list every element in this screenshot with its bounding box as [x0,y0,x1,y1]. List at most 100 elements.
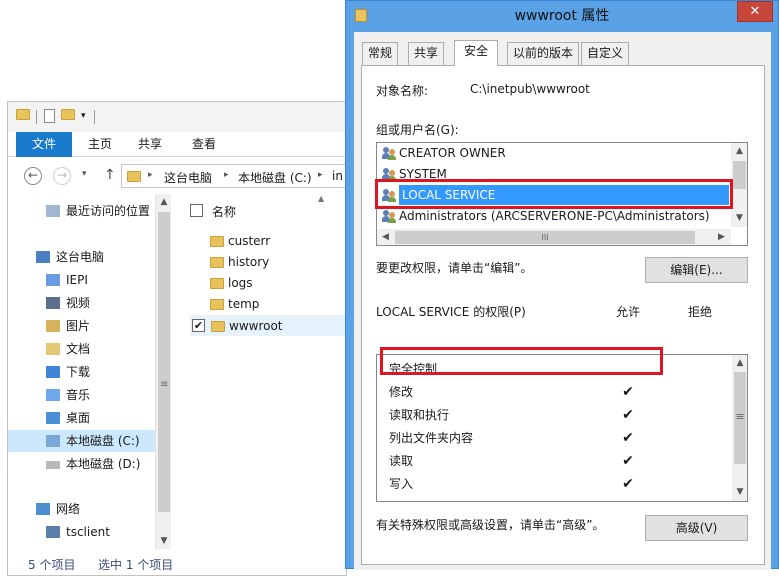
file-row-history[interactable]: history [190,252,348,273]
nav-item-network[interactable]: 网络 [8,498,156,520]
nav-item-pictures[interactable]: 图片 [8,315,156,337]
network-icon [36,503,50,515]
forward-icon[interactable]: → [53,167,71,185]
group-name: CREATOR OWNER [399,146,506,160]
properties-dialog: wwwroot 属性 ✕ 常规 共享 安全 以前的版本 自定义 对象名称: C:… [345,0,779,570]
file-row-wwwroot[interactable]: ✔ wwwroot [190,315,348,336]
perm-name: 修改 [389,385,414,399]
permissions-scrollbar[interactable]: ▲ ≡ ▼ [732,355,747,501]
perm-row-read-execute: 读取和执行 ✔ [377,404,732,427]
tab-sharing[interactable]: 共享 [408,42,445,65]
allow-check-icon: ✔ [622,476,634,492]
breadcrumb-separator[interactable]: ▸ [318,170,323,180]
scroll-up-icon[interactable]: ▲ [156,194,172,210]
group-user-list[interactable]: CREATOR OWNER SYSTEM LOCAL SERVICE Admin… [376,142,748,246]
scroll-down-icon[interactable]: ▼ [731,210,747,227]
scrollbar-thumb[interactable] [733,161,746,189]
row-checkbox[interactable]: ✔ [192,319,205,332]
nav-item-this-pc[interactable]: 这台电脑 [8,246,156,268]
drive-d-icon [46,461,60,469]
new-folder-icon[interactable] [61,109,75,120]
file-row-custerr[interactable]: custerr [190,231,348,252]
recent-places-icon [46,205,60,217]
perm-name: 列出文件夹内容 [389,431,474,445]
address-bar[interactable]: ▸ 这台电脑 ▸ 本地磁盘 (C:) ▸ in [121,164,361,188]
nav-item-recent[interactable]: 最近访问的位置 [8,200,156,222]
tab-view[interactable]: 查看 [184,132,224,157]
scroll-down-icon[interactable]: ▼ [156,533,172,549]
scroll-up-icon[interactable]: ▲ [732,355,747,372]
allow-column-header: 允许 [616,305,641,319]
nav-item-downloads[interactable]: 下载 [8,361,156,383]
scroll-right-icon[interactable]: ▶ [713,229,730,245]
documents-icon [46,343,60,355]
nav-item-iepi[interactable]: IEPI [8,269,156,291]
tsclient-icon [46,526,60,538]
close-button[interactable]: ✕ [737,1,773,22]
scroll-down-icon[interactable]: ▼ [732,484,747,501]
nav-item-label: 视频 [66,296,91,310]
status-selected-count: 选中 1 个项目 [98,558,174,572]
select-all-checkbox[interactable] [190,204,203,217]
nav-item-label: 音乐 [66,388,91,402]
scrollbar-thumb[interactable]: III [395,231,695,244]
scroll-up-icon[interactable]: ▲ [731,143,747,160]
nav-item-videos[interactable]: 视频 [8,292,156,314]
back-icon[interactable]: ← [24,167,42,185]
nav-item-documents[interactable]: 文档 [8,338,156,360]
breadcrumb-separator[interactable]: ▸ [224,170,229,180]
nav-item-drive-d[interactable]: 本地磁盘 (D:) [8,453,156,475]
scroll-left-icon[interactable]: ◀ [377,229,394,245]
nav-item-music[interactable]: 音乐 [8,384,156,406]
tab-previous-versions[interactable]: 以前的版本 [507,42,580,65]
security-tab-panel: 对象名称: C:\inetpub\wwwroot 组或用户名(G): CREAT… [361,65,765,565]
explorer-titlebar: ▾ [8,102,346,132]
tab-customize[interactable]: 自定义 [581,42,630,65]
tab-file[interactable]: 文件 [16,132,72,157]
group-list-hscrollbar[interactable]: ◀ III ▶ [377,229,731,245]
advanced-button[interactable]: 高级(V) [645,515,748,541]
dialog-titlebar[interactable]: wwwroot 属性 ✕ [346,1,778,32]
breadcrumb-inetpub[interactable]: in [332,169,343,183]
folder-icon [210,236,224,247]
tab-security[interactable]: 安全 [454,40,499,66]
up-icon[interactable]: ↑ [104,167,116,183]
quick-access-dropdown-icon[interactable]: ▾ [81,111,86,121]
downloads-icon [46,366,60,378]
column-header-name[interactable]: 名称 [212,203,236,220]
group-list-vscrollbar[interactable]: ▲ ▼ [731,143,747,227]
nav-pane-scrollbar[interactable]: ▲ ≡ ▼ [155,194,171,549]
quick-access-separator [36,110,37,124]
user-group-icon [382,209,396,223]
group-row-local-service[interactable]: LOCAL SERVICE [379,185,729,205]
nav-item-desktop[interactable]: 桌面 [8,407,156,429]
file-row-temp[interactable]: temp [190,294,348,315]
navigation-bar: ← → ▾ ↑ ▸ 这台电脑 ▸ 本地磁盘 (C:) ▸ in [8,159,361,193]
breadcrumb-separator[interactable]: ▸ [148,170,153,180]
user-group-icon [382,188,396,202]
navigation-pane: 最近访问的位置 这台电脑 IEPI 视频 图片 文档 下载 音乐 桌面 本地磁盘… [8,194,171,577]
scrollbar-thumb[interactable] [158,212,170,512]
permissions-label: LOCAL SERVICE 的权限(P) [376,305,526,319]
advanced-hint-text: 有关特殊权限或高级设置，请单击“高级”。 [376,518,605,532]
file-row-logs[interactable]: logs [190,273,348,294]
tab-share[interactable]: 共享 [130,132,170,157]
nav-item-drive-c[interactable]: 本地磁盘 (C:) [8,430,156,452]
perm-name: 完全控制 [389,362,438,376]
nav-item-tsclient[interactable]: tsclient [8,521,156,543]
allow-check-icon: ✔ [622,407,634,423]
folder-icon [210,299,224,310]
breadcrumb-this-pc[interactable]: 这台电脑 [164,169,212,186]
tab-general[interactable]: 常规 [362,42,399,65]
groups-label: 组或用户名(G): [376,123,459,137]
perm-row-write: 写入 ✔ [377,473,732,496]
tab-home[interactable]: 主页 [80,132,120,157]
edit-button[interactable]: 编辑(E)... [645,257,748,283]
group-name: LOCAL SERVICE [399,185,729,205]
recent-locations-dropdown-icon[interactable]: ▾ [82,169,87,179]
properties-icon[interactable] [44,109,55,123]
sort-ascending-icon: ▲ [318,194,325,203]
user-group-icon [382,146,396,160]
breadcrumb-drive-c[interactable]: 本地磁盘 (C:) [238,169,312,186]
desktop-icon [46,412,60,424]
